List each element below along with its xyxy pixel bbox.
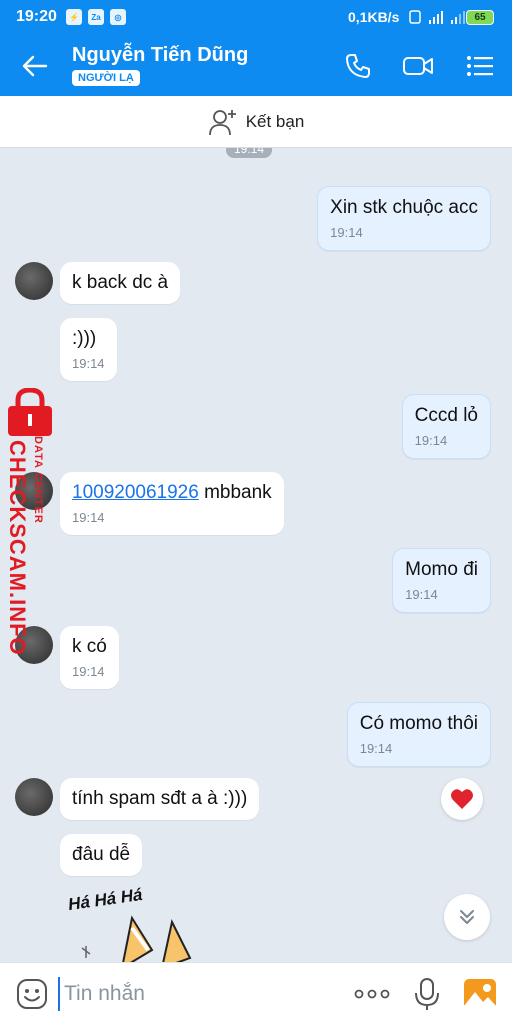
contact-name[interactable]: Nguyễn Tiến Dũng — [72, 44, 248, 67]
heart-icon — [451, 789, 473, 809]
message-text: Cccd lỏ — [414, 405, 478, 426]
lock-icon — [8, 388, 52, 436]
more-options-button[interactable] — [354, 981, 390, 1007]
outgoing-message[interactable]: Có momo thôi 19:14 — [346, 702, 491, 767]
image-gallery-icon[interactable] — [463, 978, 497, 1010]
scroll-to-bottom-button[interactable] — [444, 894, 490, 940]
arrow-left-icon — [22, 55, 48, 77]
message-text: Momo đi — [405, 559, 478, 580]
message-text: k back dc à — [72, 272, 169, 293]
incoming-message[interactable]: :))) 19:14 — [60, 318, 117, 381]
status-time: 19:20 — [16, 8, 57, 25]
fox-sticker[interactable] — [62, 888, 222, 962]
stranger-badge: NGƯỜI LẠ — [72, 70, 140, 86]
network-speed: 0,1KB/s — [348, 9, 400, 25]
message-text: :))) — [72, 328, 97, 349]
signal-icon — [429, 11, 443, 24]
avatar[interactable] — [15, 778, 53, 816]
watermark-text: CHECKSCAM.INFO — [5, 440, 30, 656]
outgoing-message[interactable]: Cccd lỏ 19:14 — [401, 394, 491, 459]
video-camera-icon — [403, 57, 433, 75]
message-text: đâu dễ — [72, 844, 131, 865]
message-text: tính spam sđt a à :))) — [72, 788, 248, 809]
outgoing-message[interactable]: Momo đi 19:14 — [392, 548, 491, 613]
microphone-icon[interactable] — [412, 977, 442, 1011]
message-input-bar — [0, 962, 512, 1024]
message-time: 19:14 — [72, 664, 105, 679]
back-button[interactable] — [18, 50, 52, 82]
options-menu-button[interactable] — [464, 50, 496, 82]
battery-indicator: 65 — [466, 10, 494, 25]
phone-icon — [346, 54, 370, 78]
bolt-icon: ⚡ — [66, 9, 82, 25]
sim-icon — [409, 10, 421, 24]
signal-2-icon — [451, 11, 465, 24]
account-number-link[interactable]: 100920061926 — [72, 482, 199, 503]
add-friend-label: Kết bạn — [245, 111, 305, 131]
message-time: 19:14 — [72, 510, 105, 525]
message-list[interactable]: 19:14 Xin stk chuộc acc 19:14 k back dc … — [0, 148, 512, 962]
message-time: 19:14 — [359, 741, 393, 756]
add-friend-button[interactable]: Kết bạn — [0, 96, 512, 148]
double-chevron-down-icon — [460, 910, 474, 924]
reaction-button[interactable] — [441, 778, 483, 820]
message-text: Xin stk chuộc acc — [330, 197, 478, 218]
status-app-icons: ⚡ Za ◎ — [66, 9, 126, 25]
voice-call-button[interactable] — [342, 50, 374, 82]
message-time: 19:14 — [405, 587, 438, 602]
watermark-subtext: DATA CENTER — [32, 436, 44, 524]
list-menu-icon — [467, 56, 493, 76]
avatar[interactable] — [15, 262, 53, 300]
emoji-icon[interactable] — [16, 978, 48, 1010]
message-text-rest: mbbank — [198, 482, 272, 503]
add-user-icon — [208, 109, 236, 135]
incoming-message[interactable]: k back dc à — [60, 262, 181, 304]
incoming-message[interactable]: k có 19:14 — [60, 626, 119, 689]
status-bar: 19:20 ⚡ Za ◎ 0,1KB/s 65 — [0, 0, 512, 36]
chat-header: Nguyễn Tiến Dũng NGƯỜI LẠ — [0, 36, 512, 96]
message-time: 19:14 — [72, 356, 105, 371]
more-dots-icon — [354, 989, 390, 999]
incoming-message[interactable]: 100920061926 mbbank 19:14 — [60, 472, 284, 535]
message-text: k có — [72, 636, 107, 657]
video-call-button[interactable] — [402, 50, 434, 82]
outgoing-message[interactable]: Xin stk chuộc acc 19:14 — [317, 186, 491, 251]
incoming-message[interactable]: tính spam sđt a à :))) — [60, 778, 260, 820]
message-input[interactable] — [58, 977, 328, 1011]
message-text: 100920061926 mbbank — [72, 482, 272, 504]
zalo-icon: Za — [88, 9, 104, 25]
message-text: Có momo thôi — [359, 713, 478, 734]
vpn-icon: ◎ — [110, 9, 126, 25]
incoming-message[interactable]: đâu dễ — [60, 834, 143, 876]
message-time: 19:14 — [330, 225, 363, 240]
time-separator: 19:14 — [226, 148, 273, 158]
message-time: 19:14 — [414, 433, 448, 448]
